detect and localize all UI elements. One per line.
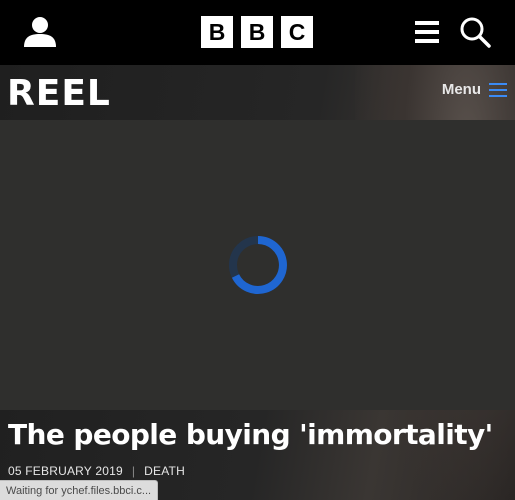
reel-logo[interactable]: REEL [7,73,111,114]
reel-header: REEL Menu [0,65,515,120]
video-player[interactable] [0,120,515,410]
menu-label: Menu [441,81,481,98]
bbc-logo-letter: B [201,16,233,48]
account-button[interactable] [22,15,58,49]
search-button[interactable] [459,16,491,48]
hamburger-icon [415,21,439,43]
menu-button[interactable]: Menu [442,81,507,98]
more-navigation-button[interactable] [412,17,442,47]
person-icon [24,17,56,47]
browser-status-bar: Waiting for ychef.files.bbci.c... [0,480,159,500]
hamburger-icon [489,82,507,98]
bbc-logo[interactable]: B B C [201,16,313,48]
bbc-logo-letter: C [281,16,313,48]
bbc-top-bar: B B C [0,0,515,65]
article-meta: 05 FEBRUARY 2019 | DEATH [8,464,185,478]
article-title[interactable]: The people buying 'immortality' [8,418,508,451]
meta-separator: | [131,464,136,478]
search-icon [460,17,491,48]
article-tag[interactable]: DEATH [144,464,185,478]
loading-spinner-icon [229,236,287,294]
bbc-logo-letter: B [241,16,273,48]
article-date: 05 FEBRUARY 2019 [8,464,123,478]
